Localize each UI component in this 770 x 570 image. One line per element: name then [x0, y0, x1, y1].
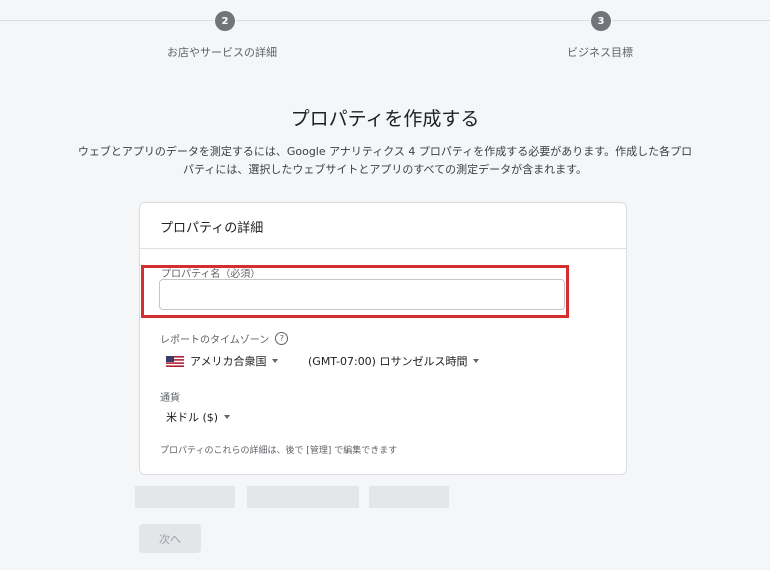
timezone-value: (GMT-07:00) ロサンゼルス時間 — [308, 355, 468, 368]
redacted-block — [135, 486, 235, 508]
step-2-label: お店やサービスの詳細 — [167, 46, 277, 59]
step-3-circle: 3 — [591, 11, 611, 31]
page-description-line-1: ウェブとアプリのデータを測定するには、Google アナリティクス 4 プロパテ… — [77, 145, 693, 158]
chevron-down-icon — [224, 415, 231, 419]
redacted-block — [247, 486, 359, 508]
edit-later-note: プロパティのこれらの詳細は、後で [管理] で編集できます — [160, 446, 398, 456]
card-header: プロパティの詳細 — [140, 203, 626, 249]
step-2-circle: 2 — [215, 11, 235, 31]
us-flag-icon — [166, 355, 184, 367]
help-icon[interactable]: ? — [275, 332, 289, 345]
country-value: アメリカ合衆国 — [190, 355, 267, 368]
page-title: プロパティを作成する — [290, 108, 480, 130]
highlight-annotation — [141, 265, 569, 318]
step-3-label: ビジネス目標 — [567, 46, 633, 59]
redacted-block — [369, 486, 449, 508]
stepper-line — [236, 20, 590, 21]
page-description-line-2: パティには、選択したウェブサイトとアプリのすべての測定データが含まれます。 — [182, 163, 588, 176]
page-description: ウェブとアプリのデータを測定するには、Google アナリティクス 4 プロパテ… — [55, 143, 715, 179]
chevron-down-icon — [473, 359, 480, 363]
currency-dropdown[interactable]: 米ドル ($) — [166, 409, 231, 425]
stepper: 2 お店やサービスの詳細 3 ビジネス目標 — [0, 0, 770, 70]
stepper-line — [612, 20, 770, 21]
stepper-line — [0, 20, 214, 21]
country-dropdown[interactable]: アメリカ合衆国 — [166, 353, 279, 369]
currency-value: 米ドル ($) — [166, 411, 219, 424]
property-details-card: プロパティの詳細 プロパティ名（必須） レポートのタイムゾーン ? アメリカ合衆… — [139, 202, 627, 475]
currency-label: 通貨 — [160, 393, 180, 404]
chevron-down-icon — [272, 359, 279, 363]
timezone-dropdown[interactable]: (GMT-07:00) ロサンゼルス時間 — [308, 353, 480, 369]
timezone-label: レポートのタイムゾーン — [160, 335, 270, 346]
timezone-label-row: レポートのタイムゾーン ? — [160, 331, 289, 346]
next-button[interactable]: 次へ — [139, 524, 201, 553]
